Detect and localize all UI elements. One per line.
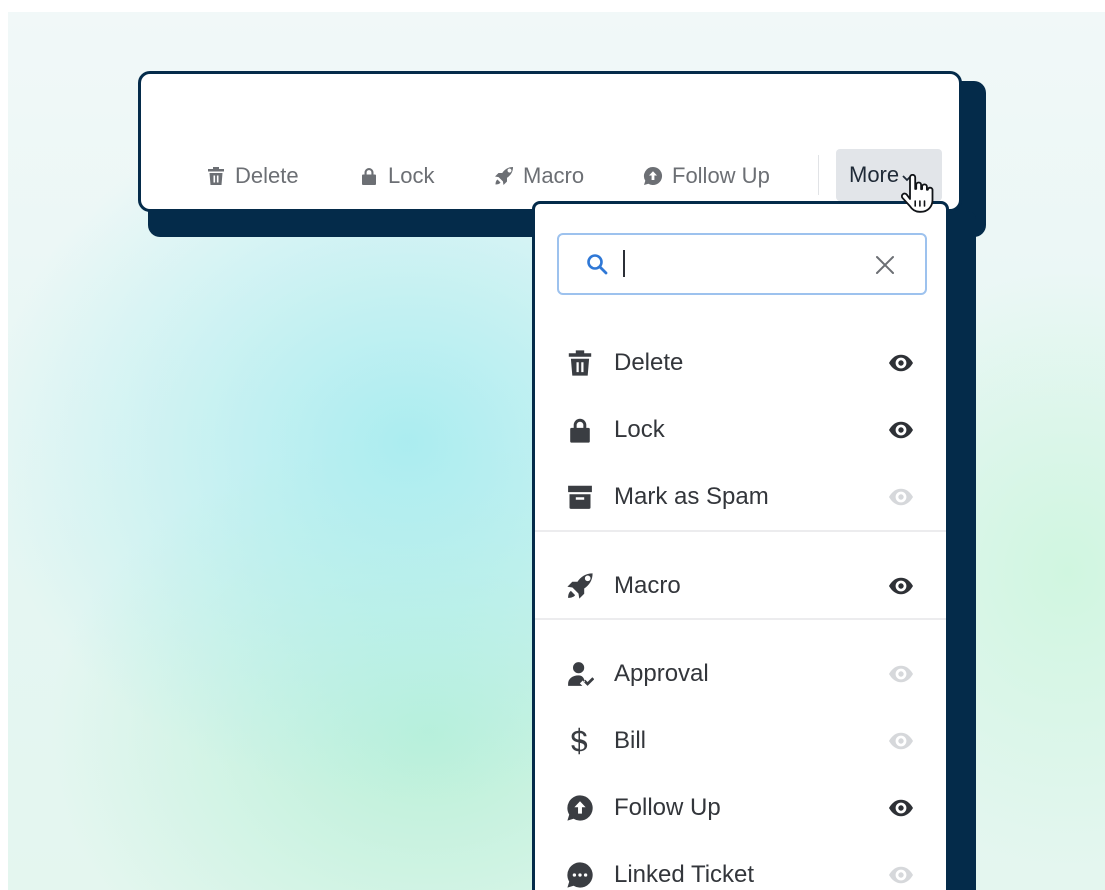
more-dropdown-menu: Delete Lock Mark as Spam Macro Approval …	[532, 201, 949, 890]
toolbar-lock-label: Lock	[388, 163, 435, 188]
dropdown-item-label: Bill	[614, 727, 647, 754]
eye-icon[interactable]	[887, 572, 915, 600]
dropdown-item-mark-as-spam[interactable]: Mark as Spam	[535, 467, 946, 527]
dropdown-item-approval[interactable]: Approval	[535, 644, 946, 704]
eye-icon[interactable]	[887, 727, 915, 755]
dropdown-item-follow-up[interactable]: Follow Up	[535, 778, 946, 838]
eye-icon[interactable]	[887, 794, 915, 822]
dropdown-search-input[interactable]	[621, 247, 861, 281]
dropdown-item-bill[interactable]: Bill	[535, 711, 946, 771]
lock-icon	[362, 168, 376, 185]
eye-icon[interactable]	[887, 660, 915, 688]
rocket-icon	[565, 571, 595, 601]
dropdown-item-lock[interactable]: Lock	[535, 400, 946, 460]
lock-icon	[565, 415, 595, 445]
follow-up-icon	[643, 166, 663, 185]
eye-icon[interactable]	[887, 483, 915, 511]
user-check-icon	[565, 659, 595, 689]
toolbar-divider	[818, 155, 819, 195]
toolbar: Delete Lock Macro Follow Up More	[138, 71, 962, 212]
dropdown-item-macro[interactable]: Macro	[535, 556, 946, 616]
search-icon	[587, 254, 608, 275]
trash-icon	[565, 348, 595, 378]
toolbar-delete-label: Delete	[235, 163, 299, 188]
dropdown-item-linked-ticket[interactable]: Linked Ticket	[535, 845, 946, 890]
dropdown-item-delete[interactable]: Delete	[535, 333, 946, 393]
background-canvas: Delete Lock Macro Follow Up More Delete …	[8, 12, 1105, 890]
dropdown-search-box	[557, 233, 927, 295]
dropdown-item-label: Lock	[614, 416, 665, 443]
toolbar-follow-up-button[interactable]: Follow Up	[643, 158, 770, 194]
more-button-label: More	[849, 162, 900, 187]
eye-icon[interactable]	[887, 349, 915, 377]
close-icon[interactable]	[873, 253, 897, 277]
dropdown-item-label: Macro	[614, 572, 681, 599]
dropdown-separator	[535, 530, 946, 532]
eye-icon[interactable]	[887, 416, 915, 444]
text-caret	[623, 250, 625, 277]
dropdown-item-label: Delete	[614, 349, 684, 376]
follow-up-icon	[565, 793, 595, 823]
dropdown-item-label: Follow Up	[614, 794, 721, 821]
dropdown-item-label: Mark as Spam	[614, 483, 769, 510]
toolbar-follow-up-label: Follow Up	[672, 163, 770, 188]
trash-icon	[208, 167, 224, 185]
archive-icon	[565, 482, 595, 512]
toolbar-macro-label: Macro	[523, 163, 585, 188]
hand-cursor-icon	[900, 174, 934, 213]
toolbar-lock-button[interactable]: Lock	[359, 158, 434, 194]
dropdown-separator	[535, 618, 946, 620]
dropdown-item-label: Linked Ticket	[614, 861, 755, 888]
toolbar-macro-button[interactable]: Macro	[494, 158, 584, 194]
toolbar-delete-button[interactable]: Delete	[206, 158, 299, 194]
dropdown-item-label: Approval	[614, 660, 709, 687]
chat-bubble-icon	[565, 860, 595, 890]
eye-icon[interactable]	[887, 861, 915, 889]
dollar-icon	[565, 726, 595, 756]
rocket-icon	[495, 167, 513, 185]
